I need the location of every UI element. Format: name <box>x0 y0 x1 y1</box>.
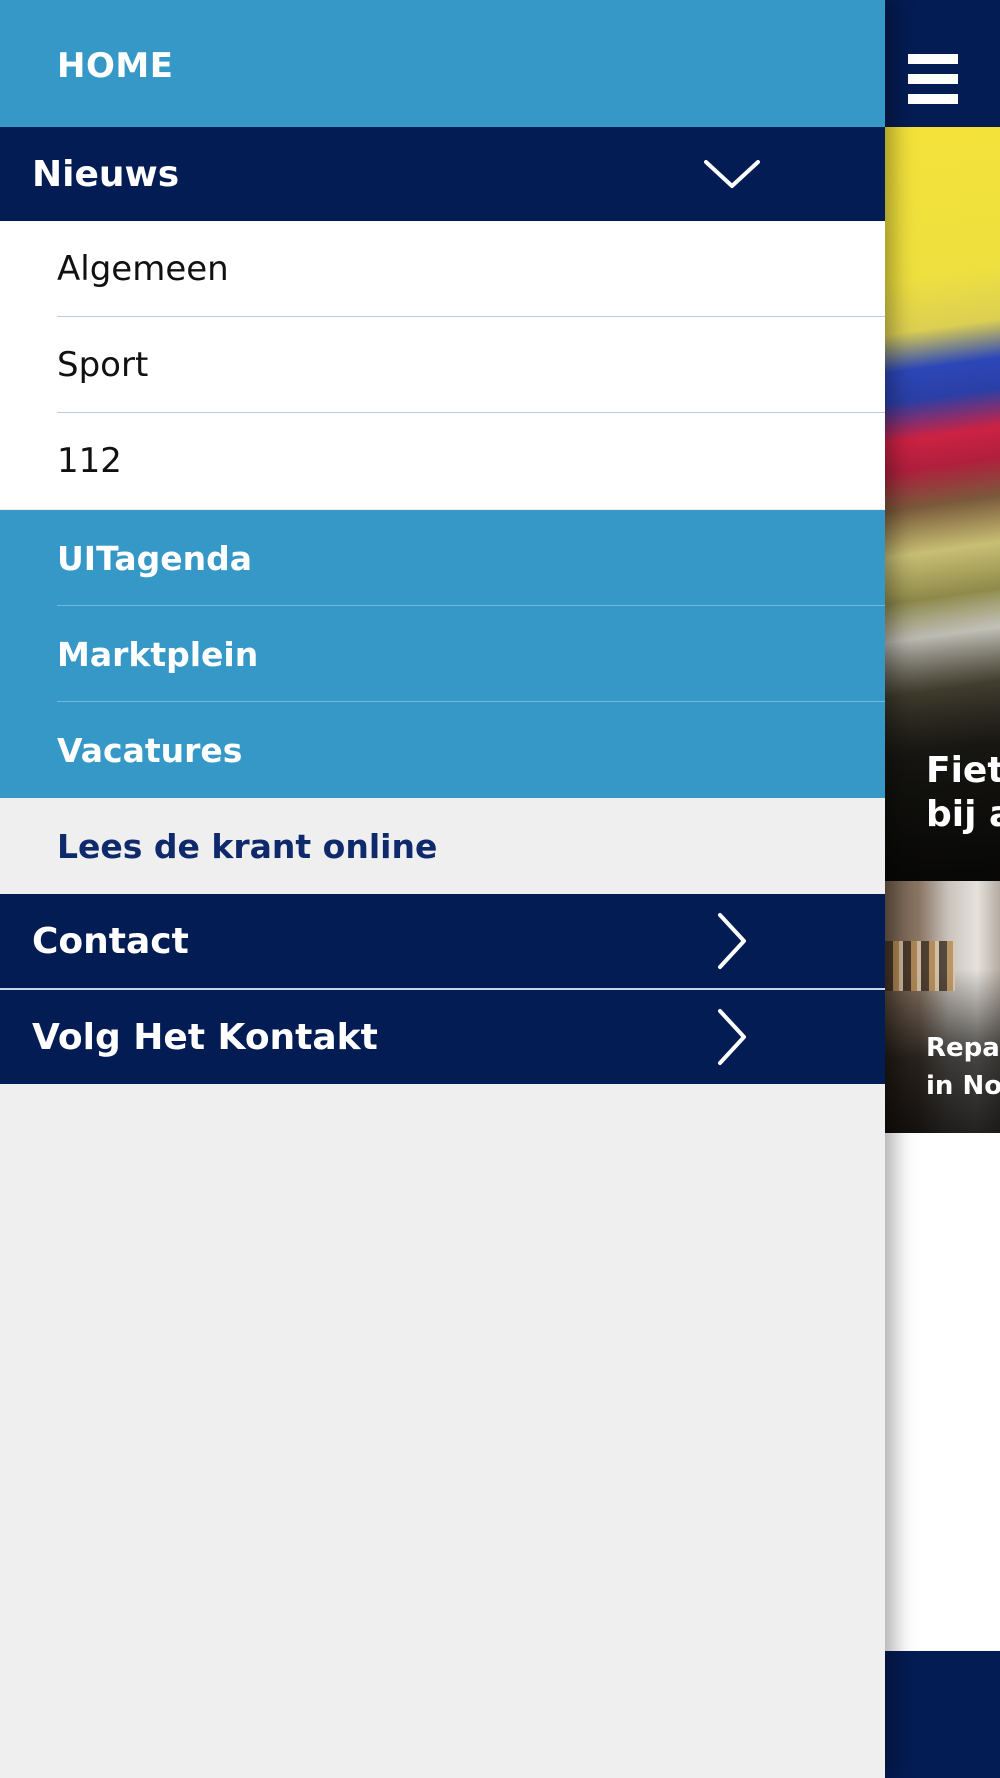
nav-subitem-algemeen-label: Algemeen <box>57 249 229 289</box>
nav-item-vacatures[interactable]: Vacatures <box>0 702 885 798</box>
nav-item-marktplein[interactable]: Marktplein <box>0 606 885 702</box>
hero-article-title: Fiets bij a <box>926 750 1000 835</box>
main-footer <box>885 1651 1000 1778</box>
main-header <box>885 0 1000 127</box>
second-article-title: Repai in No <box>926 1033 1000 1101</box>
nav-item-contact[interactable]: Contact <box>0 894 885 988</box>
article-photo <box>885 941 955 991</box>
nav-item-home-label: HOME <box>57 45 174 86</box>
second-article[interactable]: Repai in No <box>885 881 1000 1133</box>
nav-section-nieuws-label: Nieuws <box>32 153 180 195</box>
nav-subitem-112-label: 112 <box>57 441 122 481</box>
nav-section-nieuws[interactable]: Nieuws <box>0 127 885 221</box>
nav-item-volg-het-kontakt[interactable]: Volg Het Kontakt <box>0 990 885 1084</box>
nav-subitem-sport[interactable]: Sport <box>0 317 885 413</box>
nav-item-krant-online[interactable]: Lees de krant online <box>0 798 885 894</box>
nav-item-home[interactable]: HOME <box>0 0 885 127</box>
nav-item-vacatures-label: Vacatures <box>57 730 243 770</box>
navigation-drawer: HOME Nieuws Algemeen Sport 112 UITagenda… <box>0 0 885 1778</box>
nav-item-uitagenda[interactable]: UITagenda <box>0 510 885 606</box>
chevron-right-icon[interactable] <box>700 909 764 973</box>
nav-subitem-112[interactable]: 112 <box>0 413 885 509</box>
nav-item-uitagenda-label: UITagenda <box>57 538 252 578</box>
nav-item-marktplein-label: Marktplein <box>57 634 259 674</box>
nav-item-contact-label: Contact <box>32 920 189 962</box>
main-page: Fiets bij a Repai in No <box>885 0 1000 1778</box>
hero-article[interactable]: Fiets bij a <box>885 127 1000 881</box>
chevron-down-icon[interactable] <box>700 142 764 206</box>
nav-subitem-algemeen[interactable]: Algemeen <box>0 221 885 317</box>
nav-item-krant-online-label: Lees de krant online <box>57 826 438 866</box>
hamburger-icon[interactable] <box>908 54 958 104</box>
chevron-right-icon[interactable] <box>700 1005 764 1069</box>
nav-item-volg-het-kontakt-label: Volg Het Kontakt <box>32 1016 378 1058</box>
nav-subitem-sport-label: Sport <box>57 345 149 385</box>
